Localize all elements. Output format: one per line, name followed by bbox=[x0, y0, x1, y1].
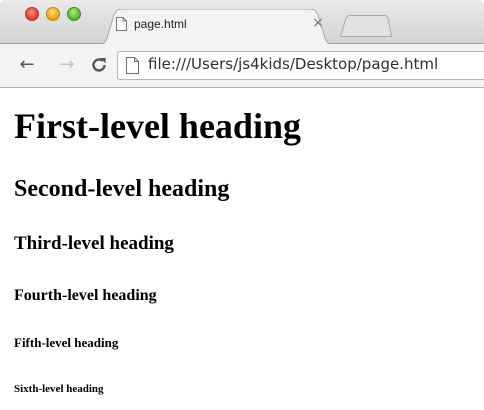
tab-title: page.html bbox=[134, 17, 187, 31]
close-window-button[interactable] bbox=[25, 7, 39, 21]
reload-icon bbox=[92, 58, 106, 72]
tab-strip: page.html × bbox=[0, 0, 484, 45]
browser-window: page.html × ← → file:///Users/js4kids/De… bbox=[0, 0, 484, 410]
tab-active[interactable]: page.html × bbox=[96, 9, 336, 45]
page-content: First-level heading Second-level heading… bbox=[0, 88, 484, 410]
heading-level-5: Fifth-level heading bbox=[14, 335, 119, 350]
heading-level-2: Second-level heading bbox=[14, 176, 230, 202]
back-button[interactable]: ← bbox=[16, 54, 38, 76]
zoom-window-button[interactable] bbox=[67, 7, 81, 21]
reload-button[interactable] bbox=[88, 54, 110, 76]
document-icon bbox=[126, 57, 139, 79]
heading-level-4: Fourth-level heading bbox=[14, 287, 157, 304]
toolbar: ← → file:///Users/js4kids/Desktop/page.h… bbox=[0, 44, 484, 88]
tab-shape bbox=[96, 9, 336, 45]
minimize-window-button[interactable] bbox=[46, 7, 60, 21]
url-text[interactable]: file:///Users/js4kids/Desktop/page.html bbox=[148, 55, 438, 73]
new-tab-button[interactable] bbox=[339, 15, 393, 42]
heading-level-6: Sixth-level heading bbox=[14, 383, 104, 395]
address-bar[interactable]: file:///Users/js4kids/Desktop/page.html bbox=[117, 51, 484, 80]
heading-level-1: First-level heading bbox=[14, 106, 301, 146]
forward-button[interactable]: → bbox=[56, 54, 78, 76]
heading-level-3: Third-level heading bbox=[14, 233, 174, 254]
close-tab-icon[interactable]: × bbox=[312, 15, 324, 31]
